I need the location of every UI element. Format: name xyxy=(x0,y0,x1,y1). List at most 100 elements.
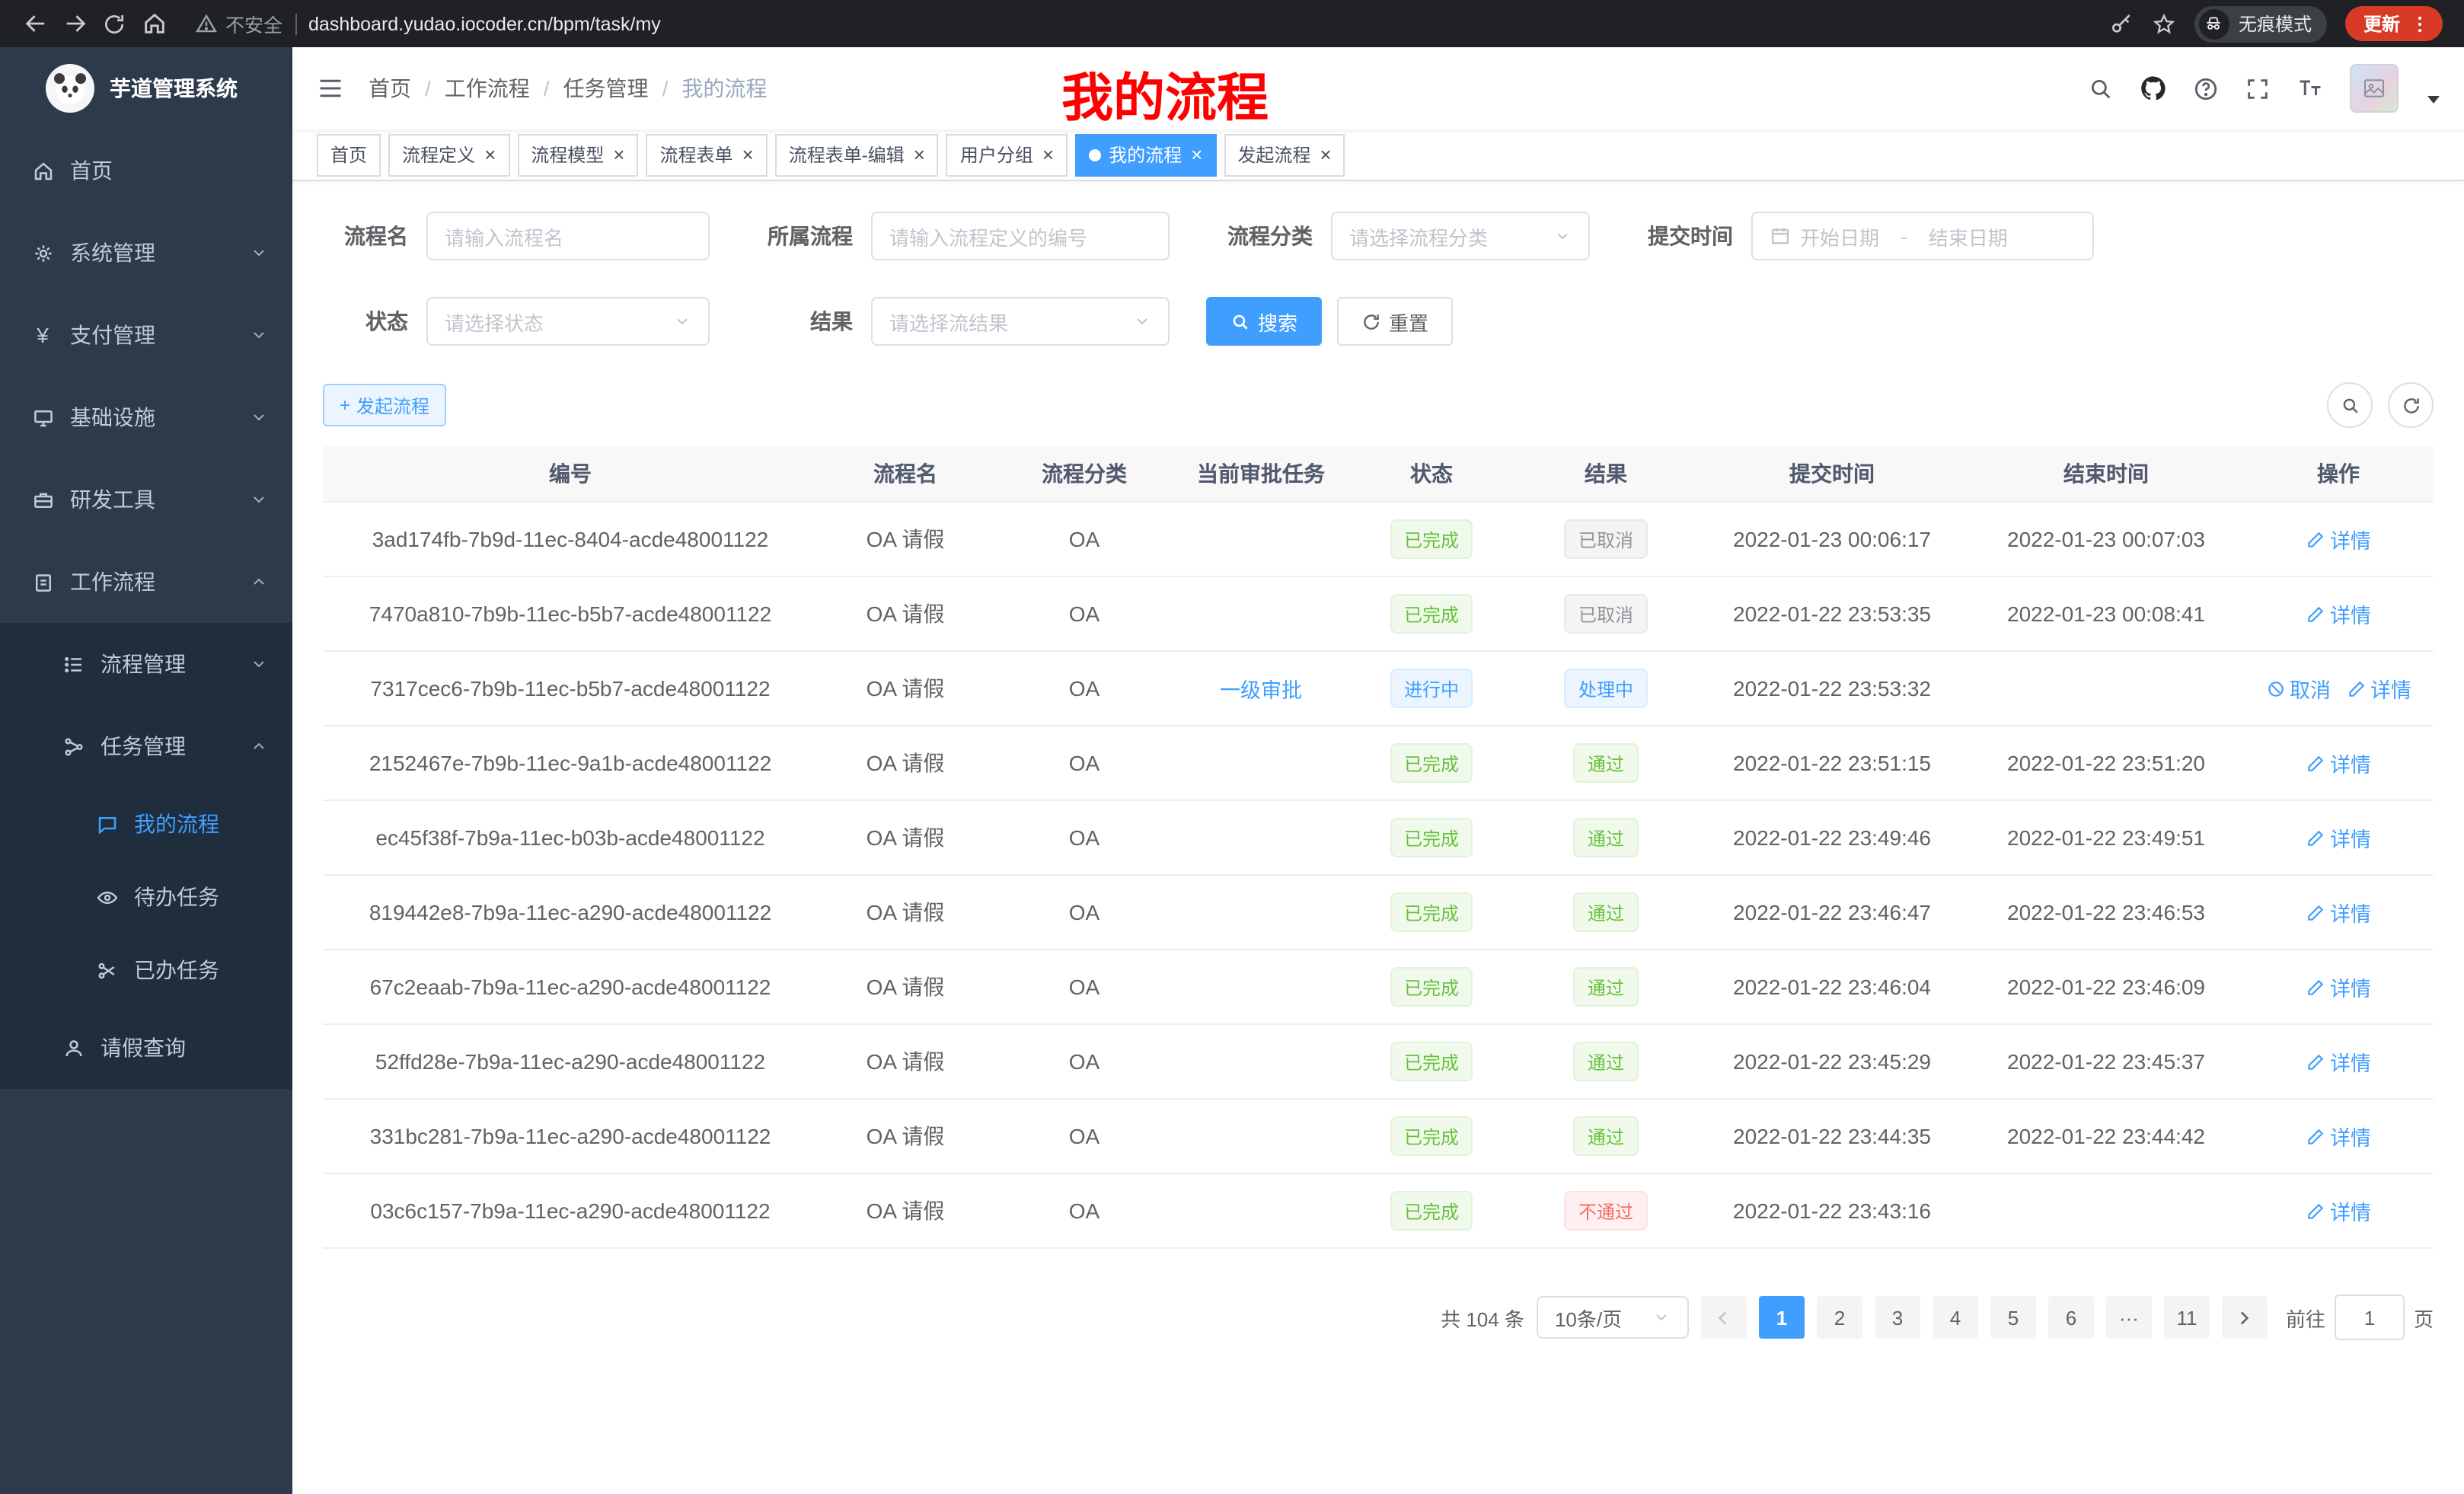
bookmark-star-icon[interactable] xyxy=(2152,11,2176,36)
tab-item[interactable]: 流程表单× xyxy=(646,133,767,176)
tab-close-icon[interactable]: × xyxy=(613,145,624,164)
tab-item[interactable]: 流程表单-编辑× xyxy=(775,133,939,176)
tab-item[interactable]: 我的流程× xyxy=(1075,133,1216,176)
current-task-link[interactable]: 一级审批 xyxy=(1220,673,1302,704)
sidebar-item-leave-query[interactable]: 请假查询 xyxy=(0,1007,292,1089)
tab-item[interactable]: 流程定义× xyxy=(388,133,509,176)
tab-item[interactable]: 首页 xyxy=(317,133,381,176)
avatar-caret-icon[interactable] xyxy=(2427,96,2440,104)
detail-action-link[interactable]: 详情 xyxy=(2306,1196,2371,1226)
help-icon[interactable] xyxy=(2193,75,2219,101)
sidebar-item-label: 待办任务 xyxy=(134,882,219,912)
page-number-button[interactable]: 3 xyxy=(1875,1296,1920,1339)
cell-process-name: OA 请假 xyxy=(818,950,993,1023)
breadcrumb-item[interactable]: 首页 xyxy=(369,73,411,104)
password-key-icon[interactable] xyxy=(2109,11,2134,36)
sidebar-item-system[interactable]: 系统管理 xyxy=(0,212,292,294)
incognito-badge[interactable]: 无痕模式 xyxy=(2194,5,2327,42)
page-number-button[interactable]: 2 xyxy=(1817,1296,1862,1339)
filter-row-1: 流程名 请输入流程名 所属流程 请输入流程定义的编号 流程分类 请选择流程分类 xyxy=(323,212,2434,260)
address-bar[interactable]: 不安全 dashboard.yudao.iocoder.cn/bpm/task/… xyxy=(174,9,2109,38)
breadcrumb-item[interactable]: 任务管理 xyxy=(563,73,649,104)
browser-forward-button[interactable] xyxy=(55,4,94,43)
tab-item[interactable]: 发起流程× xyxy=(1224,133,1345,176)
detail-action-link[interactable]: 详情 xyxy=(2306,897,2371,927)
prev-page-button[interactable] xyxy=(1701,1296,1747,1339)
sidebar-item-workflow[interactable]: 工作流程 xyxy=(0,541,292,623)
next-page-button[interactable] xyxy=(2222,1296,2268,1339)
date-range-picker[interactable]: 开始日期 - 结束日期 xyxy=(1751,212,2094,260)
security-warning[interactable]: 不安全 xyxy=(195,9,282,38)
hamburger-icon[interactable] xyxy=(317,75,344,102)
sidebar-item-process-management[interactable]: 流程管理 xyxy=(0,623,292,705)
search-icon[interactable] xyxy=(2088,75,2114,101)
sidebar-item-pending-tasks[interactable]: 待办任务 xyxy=(0,860,292,934)
table-row: 819442e8-7b9a-11ec-a290-acde48001122OA 请… xyxy=(323,876,2434,950)
sidebar-item-devtools[interactable]: 研发工具 xyxy=(0,458,292,541)
toggle-search-button[interactable] xyxy=(2327,382,2373,428)
tab-close-icon[interactable]: × xyxy=(1191,145,1202,164)
tab-close-icon[interactable]: × xyxy=(914,145,925,164)
sidebar-item-payment[interactable]: ¥ 支付管理 xyxy=(0,294,292,376)
sidebar-item-task-management[interactable]: 任务管理 xyxy=(0,705,292,787)
refresh-table-button[interactable] xyxy=(2388,382,2434,428)
page-size-value: 10条/页 xyxy=(1555,1303,1643,1332)
status-badge: 已完成 xyxy=(1390,1042,1473,1081)
incognito-icon xyxy=(2199,8,2229,39)
reset-button-label: 重置 xyxy=(1389,307,1428,336)
app-logo[interactable]: 芋道管理系统 xyxy=(0,47,292,129)
sidebar-item-my-processes[interactable]: 我的流程 xyxy=(0,787,292,860)
sidebar-item-done-tasks[interactable]: 已办任务 xyxy=(0,934,292,1007)
tab-close-icon[interactable]: × xyxy=(1320,145,1331,164)
tab-close-icon[interactable]: × xyxy=(484,145,496,164)
tab-close-icon[interactable]: × xyxy=(742,145,754,164)
goto-page-input[interactable] xyxy=(2335,1294,2405,1340)
create-process-button[interactable]: + 发起流程 xyxy=(323,384,446,426)
github-icon[interactable] xyxy=(2140,75,2167,102)
search-button[interactable]: 搜索 xyxy=(1206,297,1322,346)
detail-action-link[interactable]: 详情 xyxy=(2306,822,2371,853)
detail-action-link[interactable]: 详情 xyxy=(2346,673,2411,704)
filter-status: 状态 请选择状态 xyxy=(323,297,710,346)
fullscreen-icon[interactable] xyxy=(2245,75,2271,101)
process-name-input[interactable]: 请输入流程名 xyxy=(426,212,710,260)
page-number-button[interactable]: 1 xyxy=(1759,1296,1805,1339)
calendar-icon xyxy=(1770,225,1791,247)
page-size-select[interactable]: 10条/页 xyxy=(1537,1296,1689,1339)
page-number-button[interactable]: 11 xyxy=(2164,1296,2210,1339)
reset-button[interactable]: 重置 xyxy=(1337,297,1453,346)
page-ellipsis[interactable]: ··· xyxy=(2106,1296,2152,1339)
detail-action-link[interactable]: 详情 xyxy=(2306,599,2371,629)
breadcrumb-item[interactable]: 工作流程 xyxy=(445,73,530,104)
tab-item[interactable]: 用户分组× xyxy=(946,133,1068,176)
result-select[interactable]: 请选择流结果 xyxy=(871,297,1170,346)
menu-dots-icon[interactable] xyxy=(2409,13,2430,34)
sidebar-item-home[interactable]: 首页 xyxy=(0,129,292,212)
browser-update-button[interactable]: 更新 xyxy=(2345,6,2443,41)
cell-actions: 详情 xyxy=(2243,503,2434,576)
detail-action-link[interactable]: 详情 xyxy=(2306,1121,2371,1151)
category-select[interactable]: 请选择流程分类 xyxy=(1331,212,1590,260)
page-number-button[interactable]: 6 xyxy=(2048,1296,2094,1339)
edit-icon xyxy=(2306,753,2325,773)
page-number-button[interactable]: 5 xyxy=(1990,1296,2036,1339)
detail-action-link[interactable]: 详情 xyxy=(2306,748,2371,778)
browser-home-button[interactable] xyxy=(134,4,174,43)
tab-item[interactable]: 流程模型× xyxy=(517,133,638,176)
owner-process-input[interactable]: 请输入流程定义的编号 xyxy=(871,212,1170,260)
cancel-action-link[interactable]: 取消 xyxy=(2265,673,2331,704)
browser-back-button[interactable] xyxy=(15,4,55,43)
cell-actions: 详情 xyxy=(2243,1174,2434,1247)
tab-close-icon[interactable]: × xyxy=(1042,145,1054,164)
sidebar-item-infrastructure[interactable]: 基础设施 xyxy=(0,376,292,458)
status-select[interactable]: 请选择状态 xyxy=(426,297,710,346)
cell-id: 7470a810-7b9b-11ec-b5b7-acde48001122 xyxy=(323,577,818,650)
page-number-button[interactable]: 4 xyxy=(1933,1296,1978,1339)
font-size-icon[interactable] xyxy=(2296,75,2324,102)
detail-action-link[interactable]: 详情 xyxy=(2306,1046,2371,1077)
detail-action-link[interactable]: 详情 xyxy=(2306,524,2371,554)
browser-reload-button[interactable] xyxy=(94,4,134,43)
cell-id: 7317cec6-7b9b-11ec-b5b7-acde48001122 xyxy=(323,652,818,725)
user-avatar[interactable] xyxy=(2350,64,2399,113)
detail-action-link[interactable]: 详情 xyxy=(2306,972,2371,1002)
